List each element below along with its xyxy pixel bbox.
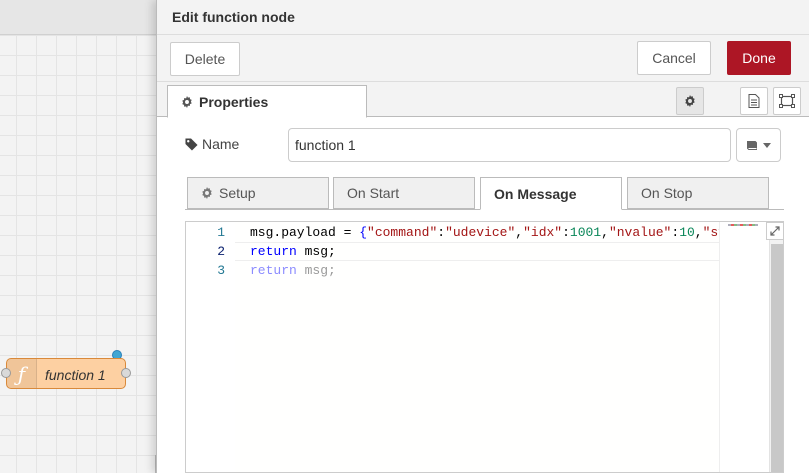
- tab-properties-label: Properties: [199, 93, 269, 110]
- workspace-header: [0, 0, 156, 35]
- line-number-gutter: 1 2 3: [186, 222, 235, 472]
- tab-on-stop-label: On Stop: [641, 185, 693, 201]
- tray-title: Edit function node: [172, 9, 295, 25]
- tray-tab-row: Properties: [157, 82, 809, 118]
- code-line-3: return msg;: [250, 263, 336, 278]
- cancel-button[interactable]: Cancel: [637, 41, 711, 75]
- tab-on-message-label: On Message: [494, 185, 577, 202]
- icon-picker-button[interactable]: [736, 128, 781, 162]
- flow-node-function[interactable]: ƒ function 1: [6, 358, 126, 389]
- name-row: Name: [157, 125, 809, 165]
- tab-appearance[interactable]: [773, 87, 801, 115]
- code-line-2: return msg;: [250, 244, 336, 259]
- gear-icon: [685, 95, 695, 107]
- gear-icon: [182, 95, 192, 108]
- tab-setup[interactable]: Setup: [187, 177, 329, 209]
- tray-header: Edit function node: [157, 0, 809, 35]
- code-line-1: msg.payload = {"command":"udevice","idx"…: [250, 225, 727, 240]
- tab-on-stop[interactable]: On Stop: [627, 177, 769, 209]
- node-output-port[interactable]: [121, 368, 131, 378]
- editor-scrollbar[interactable]: [769, 222, 783, 472]
- minimap-content: [728, 224, 758, 226]
- edit-tray: Edit function node Delete Cancel Done Pr…: [156, 0, 809, 473]
- done-button[interactable]: Done: [727, 41, 791, 75]
- book-icon: [747, 140, 757, 150]
- line-number: 1: [217, 225, 225, 240]
- workspace-canvas[interactable]: ƒ function 1: [0, 0, 156, 473]
- function-icon: ƒ: [7, 359, 37, 388]
- tab-properties[interactable]: Properties: [167, 85, 367, 118]
- function-tabs: Setup On Start On Message On Stop: [185, 177, 784, 210]
- code-area[interactable]: msg.payload = {"command":"udevice","idx"…: [235, 222, 726, 472]
- editor-minimap[interactable]: [719, 222, 769, 472]
- tab-on-message[interactable]: On Message: [480, 177, 622, 210]
- gear-icon: [202, 187, 212, 199]
- editor-scrollbar-thumb[interactable]: [771, 244, 783, 472]
- appearance-icon: [779, 94, 795, 108]
- tab-node-properties[interactable]: [676, 87, 704, 115]
- node-input-port[interactable]: [1, 368, 11, 378]
- name-label-text: Name: [202, 136, 240, 152]
- tray-toolbar: Delete Cancel Done: [157, 35, 809, 82]
- name-input[interactable]: [288, 128, 731, 162]
- tab-on-start[interactable]: On Start: [333, 177, 475, 209]
- tab-on-start-label: On Start: [347, 185, 400, 201]
- caret-down-icon: [763, 142, 771, 148]
- tag-icon: [185, 137, 198, 151]
- delete-button[interactable]: Delete: [170, 42, 240, 76]
- flow-node-label: function 1: [45, 367, 106, 383]
- description-icon: [748, 94, 760, 108]
- expand-editor-button[interactable]: [766, 222, 783, 240]
- name-label: Name: [185, 136, 239, 152]
- tab-description[interactable]: [740, 87, 768, 115]
- code-editor[interactable]: 1 2 3 msg.payload = {"command":"udevice"…: [185, 221, 784, 473]
- expand-icon: [770, 226, 780, 236]
- line-number: 2: [217, 244, 225, 259]
- tab-setup-label: Setup: [219, 185, 256, 201]
- line-number: 3: [217, 263, 225, 278]
